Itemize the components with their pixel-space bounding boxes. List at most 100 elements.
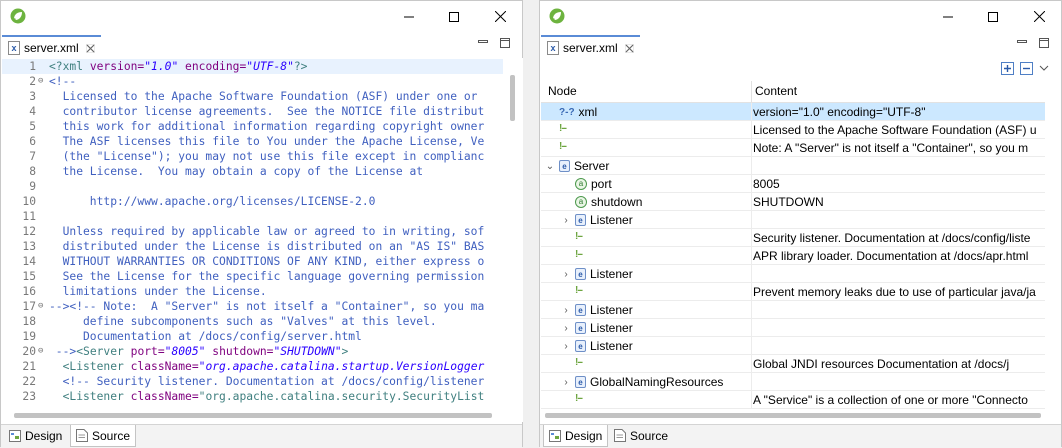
tab-server-xml[interactable]: x server.xml bbox=[541, 35, 640, 59]
content-cell[interactable]: APR library loader. Documentation at /do… bbox=[753, 249, 1028, 263]
code-line[interactable]: 6 The ASF licenses this file to You unde… bbox=[2, 134, 503, 149]
tree-row[interactable]: !-- Licensed to the Apache Software Foun… bbox=[541, 121, 1045, 139]
tree-row[interactable]: › e Listener bbox=[541, 265, 1045, 283]
minimize-button[interactable] bbox=[386, 1, 432, 32]
expand-chevron-icon[interactable]: › bbox=[561, 305, 571, 316]
scroll-thumb[interactable] bbox=[545, 413, 1041, 418]
expand-chevron-icon[interactable]: › bbox=[561, 269, 571, 280]
tree-row[interactable]: !-- A "Service" is a collection of one o… bbox=[541, 391, 1045, 409]
title-bar bbox=[1, 1, 522, 32]
code-line[interactable]: 20 ⊖ --><Server port="8005" shutdown="SHU… bbox=[2, 344, 503, 359]
collapse-chevron-icon[interactable]: ⌄ bbox=[545, 161, 555, 172]
fold-toggle-icon[interactable]: ⊖ bbox=[38, 299, 43, 314]
code-line[interactable]: 14 WITHOUT WARRANTIES OR CONDITIONS OF A… bbox=[2, 254, 503, 269]
vertical-scrollbar[interactable] bbox=[1045, 81, 1061, 411]
code-line[interactable]: 21 <Listener className="org.apache.catal… bbox=[2, 359, 503, 374]
column-content[interactable]: Content bbox=[755, 84, 797, 98]
maximize-view-icon[interactable] bbox=[500, 38, 510, 48]
maximize-button[interactable] bbox=[431, 1, 477, 32]
code-line[interactable]: 13 distributed under the License is dist… bbox=[2, 239, 503, 254]
source-file-icon bbox=[614, 429, 626, 442]
tree-row[interactable]: !-- Prevent memory leaks due to use of p… bbox=[541, 283, 1045, 301]
code-line[interactable]: 19 Documentation at /docs/config/server.… bbox=[2, 329, 503, 344]
scroll-thumb[interactable] bbox=[14, 413, 492, 418]
code-line[interactable]: 10 http://www.apache.org/licenses/LICENS… bbox=[2, 194, 503, 209]
code-line[interactable]: 2 ⊖ <!-- bbox=[2, 74, 503, 89]
content-cell[interactable]: A "Service" is a collection of one or mo… bbox=[753, 393, 1028, 407]
fold-toggle-icon[interactable]: ⊖ bbox=[38, 74, 43, 89]
expand-all-icon[interactable] bbox=[1001, 62, 1014, 75]
tree-row[interactable]: › e Listener bbox=[541, 337, 1045, 355]
fold-toggle-icon[interactable]: ⊖ bbox=[38, 344, 43, 359]
line-number: 19 bbox=[22, 330, 36, 343]
code-line[interactable]: 9 bbox=[2, 179, 503, 194]
tree-row[interactable]: › e Listener bbox=[541, 319, 1045, 337]
minimize-view-icon[interactable] bbox=[478, 38, 488, 46]
code-line[interactable]: 4 contributor license agreements. See th… bbox=[2, 104, 503, 119]
horizontal-scrollbar[interactable] bbox=[541, 410, 1045, 422]
tree-row[interactable]: › e Listener bbox=[541, 211, 1045, 229]
content-cell[interactable]: version="1.0" encoding="UTF-8" bbox=[753, 105, 925, 119]
source-editor[interactable]: 1 <?xml version="1.0" encoding="UTF-8"?> 2… bbox=[2, 58, 503, 422]
tree-row[interactable]: ⌄ e Server bbox=[541, 157, 1045, 175]
node-name: Server bbox=[574, 159, 610, 173]
comment-icon: !-- bbox=[559, 123, 567, 134]
element-icon: e bbox=[575, 376, 586, 388]
tab-server-xml[interactable]: x server.xml bbox=[2, 35, 101, 59]
tab-design[interactable]: Design bbox=[4, 425, 67, 446]
content-cell[interactable]: Licensed to the Apache Software Foundati… bbox=[753, 123, 1037, 137]
expand-chevron-icon[interactable]: › bbox=[561, 215, 571, 226]
close-window-button[interactable] bbox=[1016, 1, 1062, 32]
code-line[interactable]: 3 Licensed to the Apache Software Founda… bbox=[2, 89, 503, 104]
code-line[interactable]: 22 <!-- Security listener. Documentation… bbox=[2, 374, 503, 389]
column-node[interactable]: Node bbox=[548, 84, 577, 98]
view-menu-icon[interactable] bbox=[1039, 62, 1049, 75]
tree-row[interactable]: !-- Security listener. Documentation at … bbox=[541, 229, 1045, 247]
content-cell[interactable]: Prevent memory leaks due to use of parti… bbox=[753, 285, 1036, 299]
code-line[interactable]: 5 this work for additional information r… bbox=[2, 119, 503, 134]
close-window-button[interactable] bbox=[477, 1, 523, 32]
content-cell[interactable]: Global JNDI resources Documentation at /… bbox=[753, 357, 1009, 371]
code-line[interactable]: 8 the License. You may obtain a copy of … bbox=[2, 164, 503, 179]
expand-chevron-icon[interactable]: › bbox=[561, 377, 571, 388]
tree-row[interactable]: !-- Note: A "Server" is not itself a "Co… bbox=[541, 139, 1045, 157]
tab-source[interactable]: Source bbox=[609, 425, 673, 446]
tree-row[interactable]: a port 8005 bbox=[541, 175, 1045, 193]
content-cell[interactable]: SHUTDOWN bbox=[753, 195, 824, 209]
tree-row[interactable]: ?-? xml version="1.0" encoding="UTF-8" bbox=[541, 103, 1045, 121]
column-divider bbox=[751, 229, 752, 247]
code-line[interactable]: 15 See the License for the specific lang… bbox=[2, 269, 503, 284]
code-line[interactable]: 17 ⊖ --><!-- Note: A "Server" is not itsel… bbox=[2, 299, 503, 314]
tree-row[interactable]: › e GlobalNamingResources bbox=[541, 373, 1045, 391]
minimize-button[interactable] bbox=[925, 1, 971, 32]
code-line[interactable]: 12 Unless required by applicable law or … bbox=[2, 224, 503, 239]
content-cell[interactable]: 8005 bbox=[753, 177, 780, 191]
code-line[interactable]: 16 limitations under the License. bbox=[2, 284, 503, 299]
tree-row[interactable]: !-- Global JNDI resources Documentation … bbox=[541, 355, 1045, 373]
close-tab-icon[interactable] bbox=[85, 43, 95, 53]
tree-row[interactable]: a shutdown SHUTDOWN bbox=[541, 193, 1045, 211]
maximize-button[interactable] bbox=[970, 1, 1016, 32]
maximize-view-icon[interactable] bbox=[1039, 38, 1049, 48]
code-line[interactable]: 7 (the "License"); you may not use this … bbox=[2, 149, 503, 164]
tab-source[interactable]: Source bbox=[70, 425, 137, 447]
code-line[interactable]: 11 bbox=[2, 209, 503, 224]
code-line[interactable]: 23 <Listener className="org.apache.catal… bbox=[2, 389, 503, 404]
expand-chevron-icon[interactable]: › bbox=[561, 323, 571, 334]
tree-row[interactable]: !-- APR library loader. Documentation at… bbox=[541, 247, 1045, 265]
code-line[interactable]: 1 <?xml version="1.0" encoding="UTF-8"?> bbox=[2, 59, 503, 74]
tab-design[interactable]: Design bbox=[543, 425, 609, 447]
minimize-view-icon[interactable] bbox=[1017, 38, 1027, 46]
content-cell[interactable]: Note: A "Server" is not itself a "Contai… bbox=[753, 141, 1028, 155]
scroll-thumb[interactable] bbox=[510, 75, 515, 121]
vertical-scrollbar[interactable] bbox=[503, 58, 523, 422]
code-line[interactable]: 18 define subcomponents such as "Valves"… bbox=[2, 314, 503, 329]
expand-chevron-icon[interactable]: › bbox=[561, 341, 571, 352]
close-tab-icon[interactable] bbox=[624, 43, 634, 53]
tree-row[interactable]: › e Listener bbox=[541, 301, 1045, 319]
content-cell[interactable]: Security listener. Documentation at /doc… bbox=[753, 231, 1030, 245]
column-divider[interactable] bbox=[751, 81, 752, 102]
horizontal-scrollbar[interactable] bbox=[2, 410, 503, 422]
xml-tree[interactable]: ?-? xml version="1.0" encoding="UTF-8" !-- … bbox=[541, 103, 1045, 409]
collapse-all-icon[interactable] bbox=[1020, 62, 1033, 75]
